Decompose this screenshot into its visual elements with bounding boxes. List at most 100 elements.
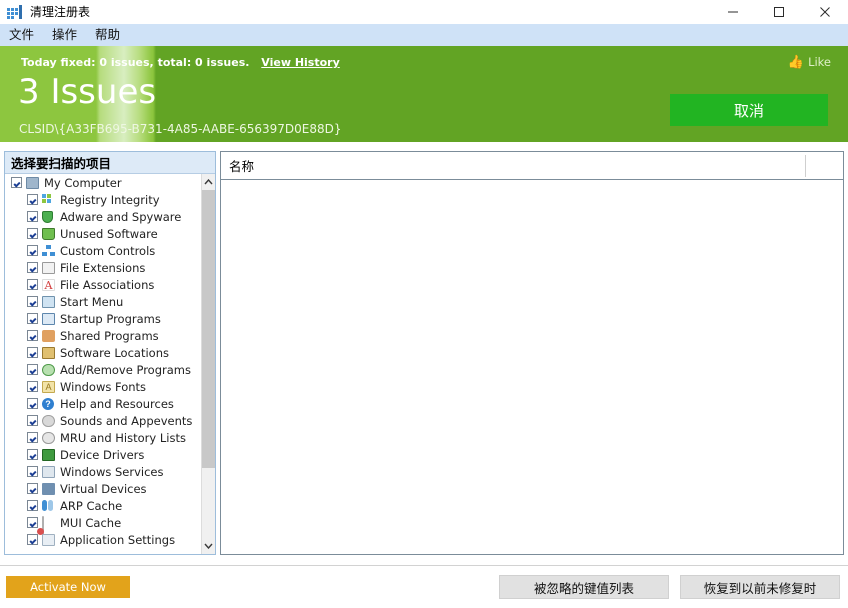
restore-button[interactable]: 恢复到以前未修复时 (680, 575, 840, 599)
tree-item-unused-software[interactable]: Unused Software (5, 225, 201, 242)
tree-item-label: MRU and History Lists (60, 431, 186, 445)
scan-items-title: 选择要扫描的项目 (11, 153, 111, 172)
checkbox[interactable] (27, 262, 38, 273)
tree-item-label: Registry Integrity (60, 193, 160, 207)
virtual-device-icon (41, 482, 56, 496)
menu-action[interactable]: 操作 (43, 24, 86, 46)
service-icon (41, 465, 56, 479)
checkbox[interactable] (27, 466, 38, 477)
checkbox[interactable] (27, 330, 38, 341)
checkbox[interactable] (27, 449, 38, 460)
checkbox[interactable] (27, 432, 38, 443)
tree-item-shared-programs[interactable]: Shared Programs (5, 327, 201, 344)
checkbox[interactable] (27, 398, 38, 409)
scan-items-tree[interactable]: My Computer Registry Integrity Adware and … (5, 174, 215, 554)
ignored-keys-button[interactable]: 被忽略的键值列表 (499, 575, 669, 599)
tree-item-sounds-and-appevents[interactable]: Sounds and Appevents (5, 412, 201, 429)
tree-item-device-drivers[interactable]: Device Drivers (5, 446, 201, 463)
checkbox[interactable] (27, 534, 38, 545)
checkbox[interactable] (27, 381, 38, 392)
window-controls (710, 0, 848, 24)
checkbox[interactable] (27, 483, 38, 494)
document-icon (41, 261, 56, 275)
tree-item-virtual-devices[interactable]: Virtual Devices (5, 480, 201, 497)
like-button[interactable]: 👍 Like (788, 55, 831, 69)
window-title: 清理注册表 (30, 0, 90, 24)
checkbox[interactable] (27, 296, 38, 307)
tree-item-software-locations[interactable]: Software Locations (5, 344, 201, 361)
chevron-down-icon[interactable] (202, 538, 215, 554)
checkbox[interactable] (27, 364, 38, 375)
view-history-link[interactable]: View History (261, 56, 339, 69)
tree-item-my-computer[interactable]: My Computer (5, 174, 201, 191)
tree-item-mru-and-history-lists[interactable]: MRU and History Lists (5, 429, 201, 446)
tree-item-label: Software Locations (60, 346, 169, 360)
menu-help[interactable]: 帮助 (86, 24, 129, 46)
app-settings-icon (41, 533, 56, 547)
checkbox[interactable] (27, 245, 38, 256)
checkbox[interactable] (27, 347, 38, 358)
tree-item-add-remove-programs[interactable]: Add/Remove Programs (5, 361, 201, 378)
tree-item-help-and-resources[interactable]: ?Help and Resources (5, 395, 201, 412)
checkbox[interactable] (27, 500, 38, 511)
maximize-button[interactable] (756, 0, 802, 24)
menu-file[interactable]: 文件 (0, 24, 43, 46)
banner-status-line: Today fixed: 0 issues, total: 0 issues. … (21, 56, 340, 69)
checkbox[interactable] (27, 279, 38, 290)
clock-icon (41, 431, 56, 445)
activate-now-button[interactable]: Activate Now (6, 576, 130, 598)
tree-item-label: Start Menu (60, 295, 123, 309)
tree-item-arp-cache[interactable]: ARP Cache (5, 497, 201, 514)
tree-item-label: File Associations (60, 278, 154, 292)
cancel-button[interactable]: 取消 (670, 94, 828, 126)
recycle-bin-icon (41, 227, 56, 241)
shield-icon (41, 210, 56, 224)
driver-icon (41, 448, 56, 462)
checkbox[interactable] (27, 211, 38, 222)
results-column-name[interactable]: 名称 (221, 156, 254, 175)
column-divider[interactable] (805, 155, 806, 177)
tree-item-custom-controls[interactable]: Custom Controls (5, 242, 201, 259)
tree-scrollbar[interactable] (201, 174, 215, 554)
tree-item-label: Windows Fonts (60, 380, 146, 394)
tree-item-label: Windows Services (60, 465, 163, 479)
start-menu-icon (41, 295, 56, 309)
results-list[interactable] (221, 180, 843, 554)
tree-item-file-extensions[interactable]: File Extensions (5, 259, 201, 276)
mui-icon (41, 516, 56, 530)
tree-item-start-menu[interactable]: Start Menu (5, 293, 201, 310)
checkbox[interactable] (27, 313, 38, 324)
tree-item-label: ARP Cache (60, 499, 122, 513)
tree-item-startup-programs[interactable]: Startup Programs (5, 310, 201, 327)
results-panel: 名称 (220, 151, 844, 555)
font-icon: A (41, 380, 56, 394)
tree-item-label: Sounds and Appevents (60, 414, 192, 428)
tree-item-registry-integrity[interactable]: Registry Integrity (5, 191, 201, 208)
minimize-button[interactable] (710, 0, 756, 24)
checkbox[interactable] (27, 228, 38, 239)
tree-item-application-settings[interactable]: Application Settings (5, 531, 201, 548)
tree-item-windows-services[interactable]: Windows Services (5, 463, 201, 480)
tree-item-label: Adware and Spyware (60, 210, 181, 224)
tree-item-adware-and-spyware[interactable]: Adware and Spyware (5, 208, 201, 225)
recycle-icon (41, 363, 56, 377)
nodes-icon (41, 244, 56, 258)
results-header: 名称 (221, 152, 843, 180)
checkbox[interactable] (27, 415, 38, 426)
tree-item-label: Add/Remove Programs (60, 363, 191, 377)
tree-item-label: MUI Cache (60, 516, 121, 530)
arp-icon (41, 499, 56, 513)
checkbox[interactable] (27, 194, 38, 205)
tree-item-file-associations[interactable]: AFile Associations (5, 276, 201, 293)
tree-item-mui-cache[interactable]: MUI Cache (5, 514, 201, 531)
chevron-up-icon[interactable] (202, 174, 215, 190)
tree-scrollbar-thumb[interactable] (202, 190, 215, 468)
content-area: 选择要扫描的项目 My Computer Registry Integrity Ad… (0, 142, 848, 565)
tree-item-label: Startup Programs (60, 312, 161, 326)
tree-item-windows-fonts[interactable]: A Windows Fonts (5, 378, 201, 395)
checkbox[interactable] (27, 517, 38, 528)
close-button[interactable] (802, 0, 848, 24)
startup-icon (41, 312, 56, 326)
checkbox[interactable] (11, 177, 22, 188)
software-icon (41, 346, 56, 360)
